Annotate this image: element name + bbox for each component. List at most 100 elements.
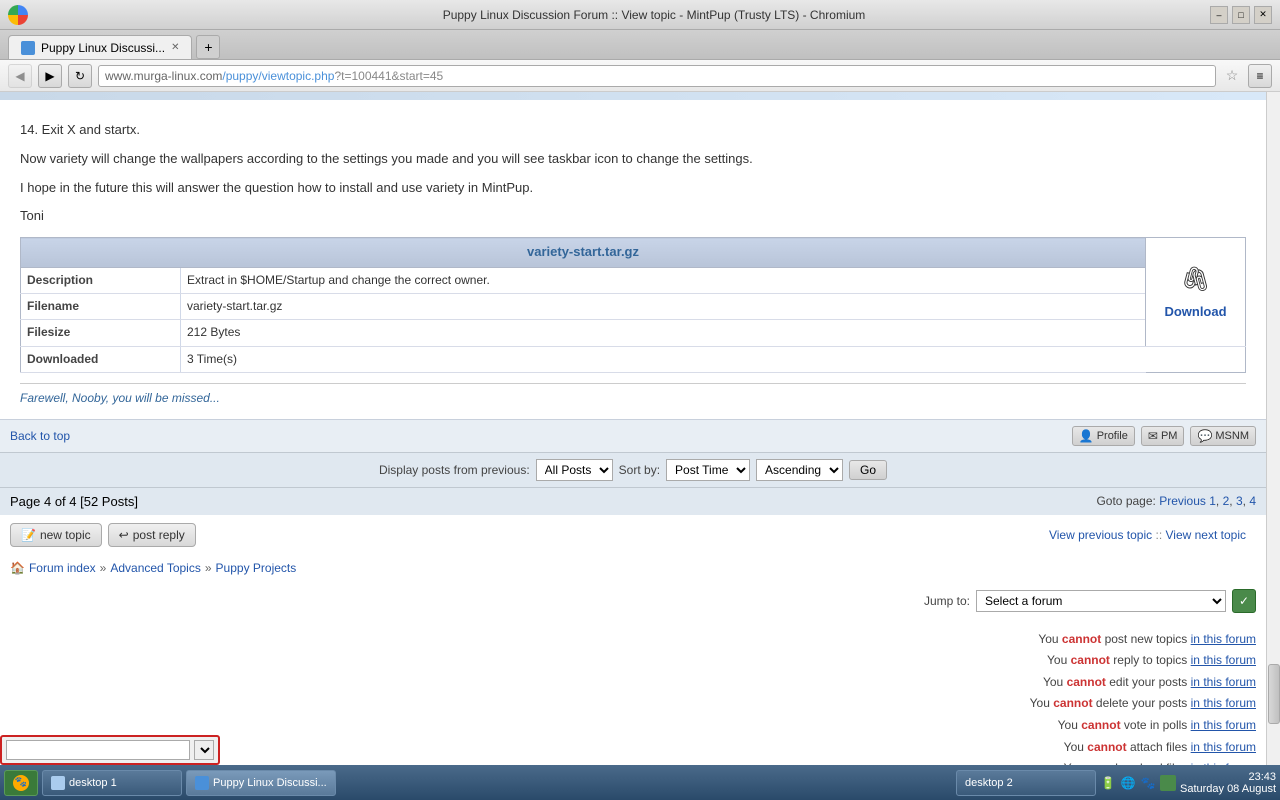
jump-label: Jump to: [924,594,970,608]
goto-label: Goto page: [1096,494,1155,508]
perm-row-1: You cannot post new topics in this forum [10,629,1256,651]
perm-link-4[interactable]: in this forum [1191,696,1256,710]
all-posts-select[interactable]: All Posts [536,459,613,481]
new-tab-button[interactable]: + [196,35,220,59]
cannot-5: cannot [1081,718,1120,732]
goto-page: Goto page: Previous 1, 2, 3, 4 [1096,494,1256,508]
desktop1-label: desktop 1 [69,777,117,789]
breadcrumb: 🏠 Forum index » Advanced Topics » Puppy … [0,555,1266,581]
start-button[interactable]: 🐾 [4,770,38,796]
post-footer: Back to top 👤 Profile ✉ PM 💬 MSNM [0,419,1266,452]
para1: Now variety will change the wallpapers a… [20,149,1246,170]
maximize-button[interactable]: □ [1232,6,1250,24]
prev-page-link[interactable]: Previous [1159,494,1206,508]
window-title: Puppy Linux Discussion Forum :: View top… [36,8,1272,22]
time-display: 23:43 [1180,771,1276,783]
action-buttons: 📝 new topic ↩ post reply View previous t… [0,515,1266,555]
forum-index-link[interactable]: Forum index [29,561,96,575]
page-1-link[interactable]: 1 [1209,494,1216,508]
network-icon: 🌐 [1120,775,1136,791]
msnm-label: MSNM [1215,430,1249,442]
new-topic-icon: 📝 [21,528,36,542]
posts-count[interactable]: 52 Posts [84,494,135,509]
filesize-label: Filesize [21,320,181,346]
back-to-top-link[interactable]: Back to top [10,429,70,443]
forward-button[interactable]: ▶ [38,64,62,88]
active-tab[interactable]: Puppy Linux Discussi... ✕ [8,35,192,59]
perm-row-4: You cannot delete your posts in this for… [10,693,1256,715]
perm-link-3[interactable]: in this forum [1191,675,1256,689]
tab-label: Puppy Linux Discussi... [41,41,165,55]
filename-value: variety-start.tar.gz [181,294,1146,320]
view-nav: View previous topic :: View next topic [1039,526,1256,544]
perm-link-6[interactable]: in this forum [1191,740,1256,754]
description-row: Description Extract in $HOME/Startup and… [21,267,1246,293]
download-dropdown[interactable] [194,740,214,760]
download-link[interactable]: Download [1164,304,1226,319]
reload-button[interactable]: ↻ [68,64,92,88]
back-button[interactable]: ◀ [8,64,32,88]
post-reply-button[interactable]: ↩ post reply [108,523,196,547]
pm-button[interactable]: ✉ PM [1141,426,1185,446]
desktop2-label: desktop 2 [965,777,1013,789]
system-tray: 🔋 🌐 🐾 23:43 Saturday 08 August [1100,771,1276,795]
menu-button[interactable]: ≡ [1248,64,1272,88]
view-prev-topic-link[interactable]: View previous topic [1049,528,1152,542]
tab-bar: Puppy Linux Discussi... ✕ + [0,30,1280,60]
perm-link-5[interactable]: in this forum [1191,718,1256,732]
page-4-link[interactable]: 4 [1249,494,1256,508]
go-button[interactable]: Go [849,460,887,480]
jump-select[interactable]: Select a forum [976,590,1226,612]
download-cell: 🖇 Download [1146,238,1246,346]
puppy-projects-link[interactable]: Puppy Projects [216,561,297,575]
close-button[interactable]: ✕ [1254,6,1272,24]
download-icon: 🖇 [1152,261,1239,299]
new-topic-button[interactable]: 📝 new topic [10,523,102,547]
tab-close-button[interactable]: ✕ [171,42,179,53]
forum-bottom-bar: Page 4 of 4 [52 Posts] Goto page: Previo… [0,487,1266,515]
perm-link-2[interactable]: in this forum [1191,653,1256,667]
desktop2-button[interactable]: desktop 2 [956,770,1096,796]
advanced-topics-link[interactable]: Advanced Topics [110,561,201,575]
filesize-row: Filesize 212 Bytes [21,320,1246,346]
cannot-4: cannot [1053,696,1092,710]
profile-icon: 👤 [1079,429,1094,443]
desktop1-button[interactable]: desktop 1 [42,770,182,796]
download-input[interactable] [6,740,190,760]
signature-text: Farewell, Nooby, you will be missed... [20,391,220,405]
url-path: /puppy/viewtopic.php [222,69,334,83]
jump-go-button[interactable]: ✓ [1232,589,1256,613]
breadcrumb-sep1: » [100,561,107,575]
order-select[interactable]: Ascending [756,459,843,481]
description-label: Description [21,267,181,293]
puppy-tray-icon: 🐾 [1140,775,1156,791]
scrollbar-thumb[interactable] [1268,664,1280,724]
msnm-button[interactable]: 💬 MSNM [1190,426,1256,446]
sort-by-select[interactable]: Post Time [666,459,750,481]
battery-icon: 🔋 [1100,775,1116,791]
para2: I hope in the future this will answer th… [20,178,1246,199]
taskbar-clock: 23:43 Saturday 08 August [1180,771,1276,795]
page-3-link[interactable]: 3 [1236,494,1243,508]
perm-link-1[interactable]: in this forum [1191,632,1256,646]
msnm-icon: 💬 [1197,429,1212,443]
post-content: 14. Exit X and startx. Now variety will … [0,110,1266,419]
view-next-topic-link[interactable]: View next topic [1166,528,1247,542]
bookmark-button[interactable]: ☆ [1222,66,1242,86]
profile-button[interactable]: 👤 Profile [1072,426,1135,446]
cannot-3: cannot [1067,675,1106,689]
chrome-logo [8,5,28,25]
downloaded-row: Downloaded 3 Time(s) [21,346,1246,372]
browser-icon [195,776,209,790]
tab-favicon [21,41,35,55]
scrollbar[interactable] [1266,92,1280,765]
view-nav-sep: :: [1155,528,1165,542]
filename-row: Filename variety-start.tar.gz [21,294,1246,320]
browser-taskbar-button[interactable]: Puppy Linux Discussi... [186,770,336,796]
perm-row-5: You cannot vote in polls in this forum [10,715,1256,737]
top-border [0,92,1266,100]
minimize-button[interactable]: – [1210,6,1228,24]
page-2-link[interactable]: 2 [1223,494,1230,508]
address-bar[interactable]: www.murga-linux.com /puppy/viewtopic.php… [98,65,1216,87]
cannot-6: cannot [1087,740,1126,754]
